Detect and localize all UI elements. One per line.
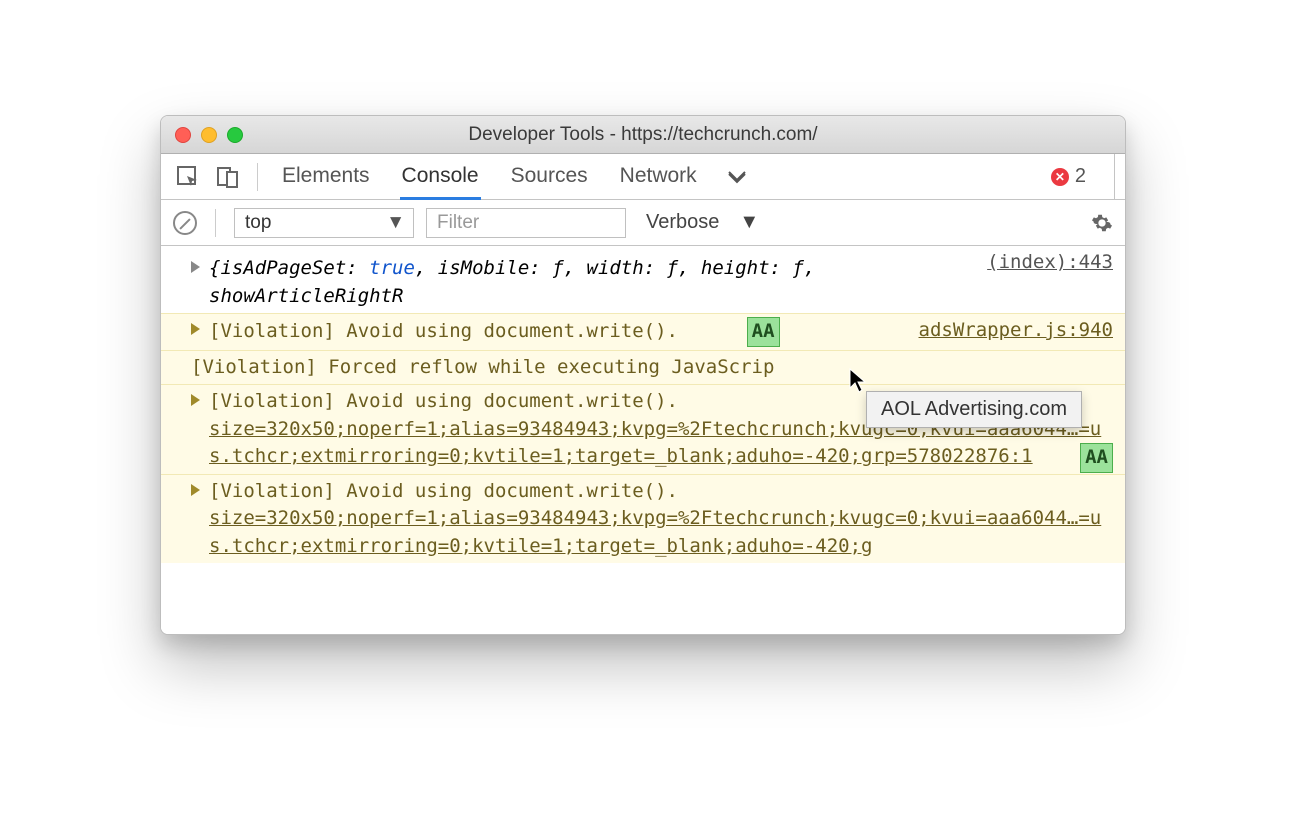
expand-icon[interactable]	[191, 394, 200, 406]
tab-elements[interactable]: Elements	[280, 154, 372, 200]
toolbar: Elements Console Sources Network ✕ 2	[161, 154, 1125, 200]
object-preview[interactable]: {isAdPageSet: true, isMobile: ƒ, width: …	[209, 257, 815, 307]
expand-icon[interactable]	[191, 323, 200, 335]
devtools-window: Developer Tools - https://techcrunch.com…	[160, 115, 1126, 635]
chevron-down-icon: ▼	[739, 211, 759, 234]
console-row: [Violation] Avoid using document.write()…	[161, 313, 1125, 350]
console-row: {isAdPageSet: true, isMobile: ƒ, width: …	[161, 252, 1125, 313]
separator	[257, 163, 258, 191]
console-row: [Violation] Avoid using document.write()…	[161, 474, 1125, 564]
window-title: Developer Tools - https://techcrunch.com…	[161, 124, 1125, 146]
error-counter[interactable]: ✕ 2	[1051, 165, 1098, 188]
console-row: [Violation] Forced reflow while executin…	[161, 350, 1125, 385]
console-output: (index):443 {isAdPageSet: true, isMobile…	[161, 246, 1125, 634]
console-filter-bar: top ▼ Verbose ▼	[161, 200, 1125, 246]
console-settings-icon[interactable]	[1091, 212, 1113, 234]
violation-message: [Violation] Avoid using document.write()…	[209, 480, 678, 502]
context-value: top	[245, 212, 271, 234]
tab-console[interactable]: Console	[400, 154, 481, 200]
separator	[1114, 154, 1115, 200]
log-level-selector[interactable]: Verbose ▼	[646, 211, 759, 234]
log-level-value: Verbose	[646, 211, 719, 234]
violation-message: [Violation] Avoid using document.write()…	[209, 320, 678, 342]
violation-message: [Violation] Forced reflow while executin…	[191, 356, 774, 378]
source-link[interactable]: adsWrapper.js:940	[919, 317, 1113, 345]
error-icon: ✕	[1051, 168, 1069, 186]
thirdparty-badge[interactable]: AA	[1080, 443, 1113, 473]
panel-tabs: Elements Console Sources Network	[280, 154, 699, 200]
chevron-down-icon: ▼	[386, 212, 405, 234]
thirdparty-badge[interactable]: AA	[747, 317, 780, 347]
violation-message: [Violation] Avoid using document.write()…	[209, 390, 678, 412]
context-selector[interactable]: top ▼	[234, 208, 414, 238]
titlebar: Developer Tools - https://techcrunch.com…	[161, 116, 1125, 154]
inspect-element-icon[interactable]	[171, 162, 205, 192]
mouse-cursor-icon	[849, 368, 869, 394]
clear-console-icon[interactable]	[173, 211, 197, 235]
device-toolbar-icon[interactable]	[211, 162, 245, 192]
badge-tooltip: AOL Advertising.com	[866, 391, 1082, 428]
filter-input[interactable]	[426, 208, 626, 238]
expand-icon[interactable]	[191, 261, 200, 273]
expand-icon[interactable]	[191, 484, 200, 496]
tab-sources[interactable]: Sources	[509, 154, 590, 200]
error-count: 2	[1075, 165, 1086, 188]
separator	[215, 209, 216, 237]
tab-network[interactable]: Network	[618, 154, 699, 200]
more-tabs-icon[interactable]	[727, 170, 747, 184]
source-link[interactable]: size=320x50;noperf=1;alias=93484943;kvpg…	[209, 507, 1101, 557]
